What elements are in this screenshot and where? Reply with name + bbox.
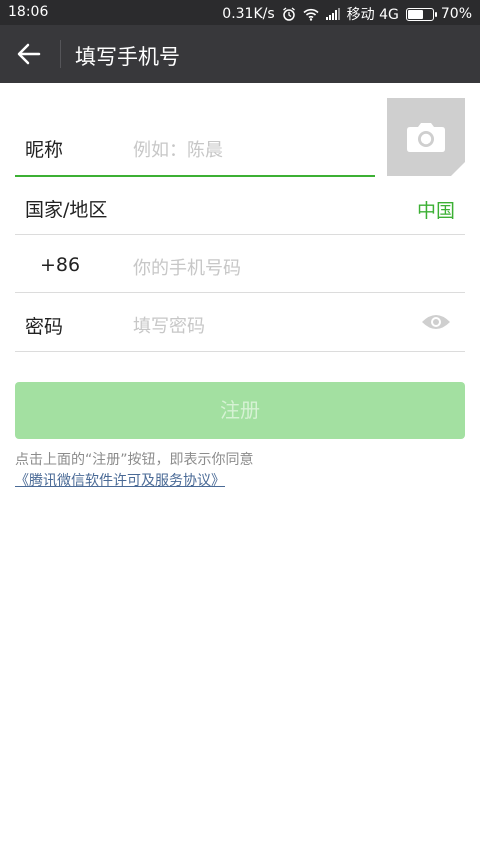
status-bar: 18:06 0.31K/s 移动 4G 70%: [0, 0, 480, 25]
page-title: 填写手机号: [75, 45, 180, 69]
country-label: 国家/地区: [25, 199, 108, 221]
eye-icon[interactable]: [421, 312, 451, 332]
carrier-label: 移动 4G: [346, 7, 399, 23]
phone-input[interactable]: 你的手机号码: [133, 254, 241, 280]
title-divider: [60, 40, 61, 68]
agreement-prefix: 点击上面的“注册”按钮，即表示你同意: [15, 452, 254, 468]
network-speed: 0.31K/s: [222, 6, 275, 22]
camera-icon: [407, 123, 445, 152]
divider: [15, 351, 465, 352]
country-selector[interactable]: 中国: [417, 196, 455, 223]
signal-icon: [325, 8, 340, 20]
alarm-icon: [282, 7, 295, 21]
password-input[interactable]: 填写密码: [133, 312, 205, 338]
title-bar: 填写手机号: [0, 25, 480, 83]
country-code[interactable]: +86: [40, 254, 80, 276]
avatar-corner-mark: [451, 162, 465, 176]
avatar-upload[interactable]: [387, 98, 465, 176]
agreement-text: 点击上面的“注册”按钮，即表示你同意 《腾讯微信软件许可及服务协议》: [15, 450, 465, 492]
register-button[interactable]: 注册: [15, 382, 465, 439]
battery-icon: [405, 7, 437, 21]
license-link[interactable]: 《腾讯微信软件许可及服务协议》: [15, 473, 225, 489]
wifi-icon: [303, 8, 319, 21]
status-time: 18:06: [8, 4, 49, 20]
status-right: 0.31K/s 移动 4G 70%: [222, 4, 472, 24]
divider: [15, 234, 465, 235]
nickname-underline-active: [15, 175, 375, 177]
divider: [15, 292, 465, 293]
nickname-label: 昵称: [25, 139, 64, 161]
password-label: 密码: [25, 316, 64, 338]
back-arrow-icon[interactable]: [14, 39, 44, 69]
battery-percent: 70%: [440, 6, 472, 22]
nickname-input[interactable]: 例如：陈晨: [133, 136, 223, 162]
